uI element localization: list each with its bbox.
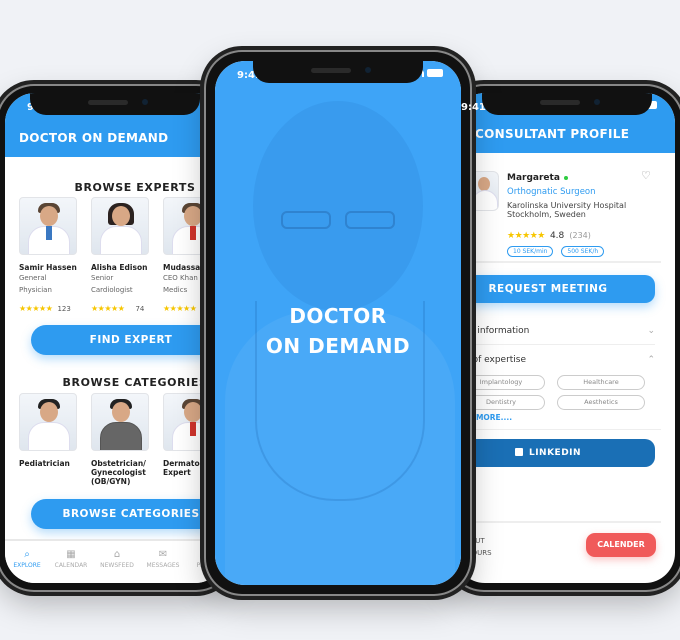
browse-experts-title: BROWSE EXPERTS <box>74 181 196 194</box>
request-meeting-button[interactable]: REQUEST MEETING <box>455 275 655 303</box>
browse-categories-title: BROWSE CATEGORIES <box>62 376 208 389</box>
left-phone: DOCTOR ON DEMAND 9:41 BROWSE EXPERTS Sam… <box>0 84 234 592</box>
expert-title: Physician <box>19 286 52 294</box>
area-of-expertise-row[interactable]: Area of expertise ⌃ <box>455 347 655 373</box>
doctor-hospital: Karolinska University Hospital <box>507 201 627 210</box>
expert-title: General <box>19 274 47 282</box>
calender-button[interactable]: CALENDER <box>586 533 656 557</box>
expertise-chip[interactable]: Aesthetics <box>557 395 645 410</box>
category-card[interactable]: Pediatrician <box>19 393 85 468</box>
doctor-location: Stockholm, Sweden <box>507 210 586 219</box>
app-title: DOCTOR ON DEMAND <box>19 131 169 145</box>
category-card[interactable]: Obstetrician/ Gynecologist (OB/GYN) <box>91 393 157 486</box>
expert-photo <box>19 197 77 255</box>
other-information-row[interactable]: Other information ⌄ <box>455 317 655 345</box>
find-expert-button[interactable]: FIND EXPERT <box>31 325 225 355</box>
rating-stars: ★★★★★ <box>163 304 197 313</box>
notch <box>482 93 652 115</box>
expertise-chip[interactable]: Healthcare <box>557 375 645 390</box>
doctor-info: Margareta Orthognatic Surgeon Karolinska… <box>507 173 657 257</box>
tab-label: NEWSFEED <box>100 562 134 569</box>
linkedin-button[interactable]: LINKEDIN <box>455 439 655 467</box>
splash-title: DOCTOR ON DEMAND <box>215 301 461 361</box>
tab-messages[interactable]: ✉ MESSAGES <box>143 549 183 569</box>
category-photo <box>19 393 77 451</box>
tab-newsfeed[interactable]: ⌂ NEWSFEED <box>97 549 137 569</box>
chevron-down-icon: ⌄ <box>647 325 655 336</box>
chevron-up-icon: ⌃ <box>647 355 655 365</box>
mail-icon: ✉ <box>158 549 168 560</box>
splash-title-line1: DOCTOR <box>289 304 387 328</box>
divider <box>455 429 661 430</box>
linkedin-icon <box>514 448 523 456</box>
rating-stars: ★★★★★ <box>507 231 545 241</box>
rating-stars: ★★★★★ <box>91 304 125 313</box>
doctor-avatar <box>469 171 499 211</box>
rating-value: 4.8 <box>549 231 565 241</box>
divider <box>465 261 661 263</box>
rating-stars: ★★★★★ <box>19 304 53 313</box>
linkedin-label: LINKEDIN <box>528 448 582 458</box>
expert-title: Senior <box>91 274 114 282</box>
splash-screen: DOCTOR ON DEMAND 9:41 <box>215 61 461 585</box>
rating-count: (234) <box>569 231 591 240</box>
right-phone: CONSULTANT PROFILE 9:41 Margareta Orthog… <box>446 84 680 592</box>
tab-explore[interactable]: ⌕ EXPLORE <box>7 549 47 569</box>
browse-categories-button[interactable]: BROWSE CATEGORIES <box>31 499 225 529</box>
notch <box>253 61 423 83</box>
category-photo <box>91 393 149 451</box>
expert-photo <box>91 197 149 255</box>
search-icon: ⌕ <box>24 549 30 560</box>
splash-background: DOCTOR ON DEMAND <box>215 61 461 585</box>
expert-name: Samir Hassen <box>19 263 77 272</box>
divider <box>455 521 661 523</box>
favorite-heart-icon[interactable]: ♡ <box>641 169 651 182</box>
center-phone: DOCTOR ON DEMAND 9:41 <box>204 50 472 596</box>
tab-label: CALENDAR <box>54 562 88 569</box>
tab-bar: ⌕EXPLORE ▦CALENDAR ⌂NEWSFEED ✉MESSAGES ☺… <box>5 539 225 583</box>
expert-card[interactable]: Alisha Edison Senior Cardiologist ★★★★★ … <box>91 197 157 315</box>
price-per-hour: 500 SEK/h <box>561 246 605 257</box>
newsfeed-icon: ⌂ <box>113 549 121 560</box>
tab-label: EXPLORE <box>13 562 41 569</box>
battery-icon <box>427 69 443 77</box>
glasses-silhouette <box>281 211 331 229</box>
app-title: CONSULTANT PROFILE <box>475 127 630 141</box>
splash-title-line2: ON DEMAND <box>265 334 411 358</box>
profile-screen: CONSULTANT PROFILE 9:41 Margareta Orthog… <box>455 93 675 583</box>
category-label: Obstetrician/ Gynecologist (OB/GYN) <box>91 459 146 486</box>
rating-count: 74 <box>135 305 145 313</box>
price-per-minute: 10 SEK/min <box>507 246 554 257</box>
rating-count: 123 <box>57 305 71 313</box>
doctor-name: Margareta <box>507 173 560 183</box>
glasses-silhouette <box>345 211 395 229</box>
doctor-silhouette <box>253 101 423 311</box>
category-label: Pediatrician <box>19 459 70 468</box>
calendar-icon: ▦ <box>66 549 76 560</box>
tab-calendar[interactable]: ▦ CALENDAR <box>51 549 91 569</box>
tab-label: MESSAGES <box>146 562 180 569</box>
expert-name: Alisha Edison <box>91 263 148 272</box>
notch <box>30 93 200 115</box>
expert-title: Cardiologist <box>91 286 133 294</box>
doctor-specialty: Orthognatic Surgeon <box>507 187 596 197</box>
explore-screen: DOCTOR ON DEMAND 9:41 BROWSE EXPERTS Sam… <box>5 93 225 583</box>
expert-card[interactable]: Samir Hassen General Physician ★★★★★ 123 <box>19 197 85 315</box>
online-indicator <box>563 176 568 180</box>
